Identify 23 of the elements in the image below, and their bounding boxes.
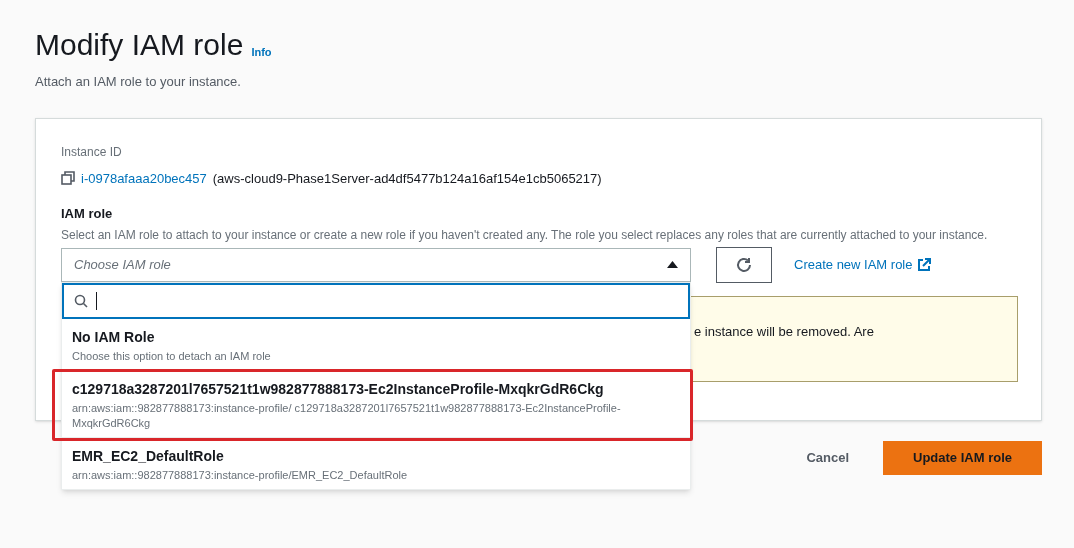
instance-id-link[interactable]: i-0978afaaa20bec457	[81, 168, 207, 188]
cancel-button[interactable]: Cancel	[800, 440, 856, 475]
info-link[interactable]: Info	[251, 43, 272, 60]
update-role-button[interactable]: Update IAM role	[883, 440, 1042, 475]
page-subtitle: Attach an IAM role to your instance.	[35, 73, 242, 91]
instance-name: (aws-cloud9-Phase1Server-ad4df5477b124a16af154e1cb5065217)	[212, 169, 602, 188]
field-label: Instance ID	[61, 143, 123, 161]
field-label: IAM role	[61, 205, 114, 223]
dropdown-option[interactable]: c129718a3287201l7657521t1w982877888173-Ec2InstanceProfile-MxqkrGdR6Ckg arn:aws:iam::982877888173:instance-profile/ c129718a3287201l7657521t1w982877888173-Ec2InstanceProfile-MxqkrGdR6Ckg	[62, 369, 690, 437]
search-icon	[74, 293, 88, 308]
page-title: Modify IAM role	[35, 27, 244, 63]
role-select[interactable]: Choose IAM role	[61, 247, 691, 282]
refresh-button[interactable]	[716, 246, 772, 283]
search-field[interactable]	[62, 282, 690, 319]
refresh-icon	[735, 255, 753, 274]
dropdown-option[interactable]: EMR_EC2_DefaultRole arn:aws:iam::982877888173:instance-profile/EMR_EC2_DefaultRole	[62, 436, 690, 489]
field-description: Select an IAM role to attach to your instance or create a new role if you haven't created any. The role you select replaces any roles that are currently attached to your instance.	[61, 227, 989, 243]
dropdown-option[interactable]: No IAM Role Choose this option to detach an IAM role	[62, 318, 690, 370]
caret-icon	[667, 261, 678, 268]
external-link-icon	[916, 257, 931, 272]
create-role-link[interactable]: Create new IAM role	[794, 254, 931, 275]
copy-icon[interactable]	[61, 171, 75, 186]
warning-text: e instance will be removed. Are	[694, 323, 874, 339]
